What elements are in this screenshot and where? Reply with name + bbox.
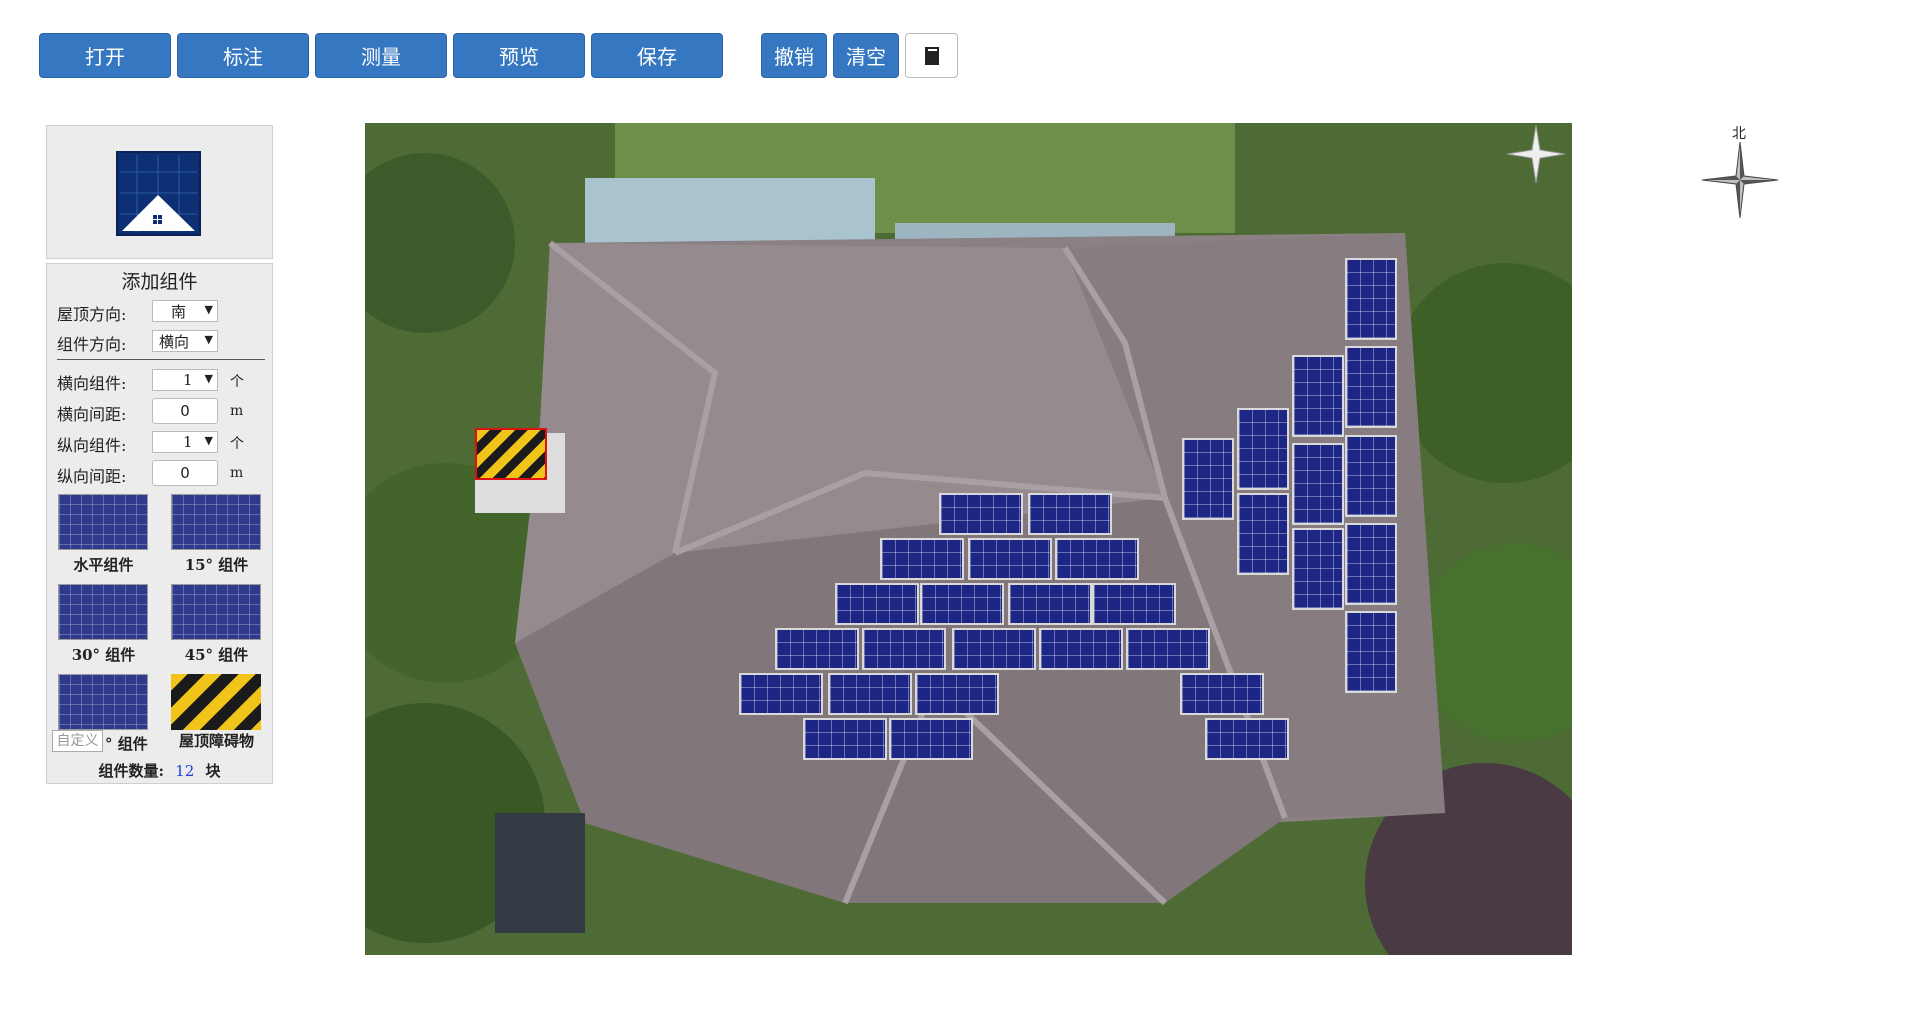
measure-button[interactable]: 测量 [315,33,447,78]
module-direction-select[interactable]: 横向 ▼ [152,330,218,352]
solar-module[interactable] [952,628,1036,670]
solar-module[interactable] [1237,408,1289,490]
solar-module[interactable] [915,673,999,715]
book-button[interactable] [905,33,958,78]
annotate-button[interactable]: 标注 [177,33,309,78]
h-gap-input[interactable]: 0 [152,398,218,424]
solar-module[interactable] [1345,435,1397,517]
solar-module[interactable] [1237,493,1289,575]
panel-title: 添加组件 [121,271,198,293]
solar-module[interactable] [1008,583,1092,625]
v-gap-label: 纵向间距: [57,467,127,486]
solar-module[interactable] [775,628,859,670]
book-icon [924,46,939,65]
roof-obstacle-tile[interactable] [171,674,261,730]
clear-button[interactable]: 清空 [833,33,899,78]
solar-module[interactable] [1055,538,1139,580]
h-count-unit: 个 [230,374,244,390]
roof-obstacle-label: 屋顶障碍物 [178,732,254,750]
v-count-select[interactable]: 1 ▼ [152,431,218,453]
solar-module[interactable] [835,583,919,625]
compass-rose-icon [1701,141,1779,219]
h-count-value: 1 [183,371,193,389]
v-gap-unit: m [230,465,244,481]
deg45-module-label: 45° 组件 [184,646,249,664]
h-gap-unit: m [230,403,244,419]
v-count-label: 纵向组件: [57,436,127,455]
roof-direction-label: 屋顶方向: [57,305,127,324]
deg15-module-tile[interactable] [171,494,261,550]
open-button[interactable]: 打开 [39,33,171,78]
roof-obstacle-marker[interactable] [475,428,547,480]
solar-module[interactable] [1292,528,1344,610]
solar-module[interactable] [1345,611,1397,693]
horizontal-module-tile[interactable] [58,494,148,550]
solar-module[interactable] [1345,523,1397,605]
solar-module[interactable] [1180,673,1264,715]
chevron-down-icon: ▼ [204,372,213,385]
solar-module[interactable] [1092,583,1176,625]
solar-module[interactable] [880,538,964,580]
h-count-select[interactable]: 1 ▼ [152,369,218,391]
chevron-down-icon: ▼ [204,434,213,447]
solar-module[interactable] [1345,346,1397,428]
solar-module[interactable] [803,718,887,760]
deg30-module-tile[interactable] [58,584,148,640]
deg30-module-label: 30° 组件 [71,646,136,664]
horizontal-module-label: 水平组件 [73,556,134,574]
save-button[interactable]: 保存 [591,33,723,78]
solar-module[interactable] [968,538,1052,580]
solar-module[interactable] [1039,628,1123,670]
deg15-module-label: 15° 组件 [184,556,249,574]
logo-box [46,125,273,259]
solar-module[interactable] [889,718,973,760]
module-direction-value: 横向 [159,332,190,351]
undo-button[interactable]: 撤销 [761,33,827,78]
roof-direction-value: 南 [171,302,187,321]
custom-module-tile[interactable] [58,674,148,730]
roof-canvas[interactable] [365,123,1572,955]
compass-star-icon [1506,124,1566,184]
roof-direction-select[interactable]: 南 ▼ [152,300,218,322]
solar-module[interactable] [1292,443,1344,525]
module-count-label: 组件数量: [98,762,164,780]
solar-module[interactable] [1205,718,1289,760]
solar-module[interactable] [1126,628,1210,670]
h-count-label: 横向组件: [57,374,127,393]
divider [57,359,265,360]
module-count-value: 12 [175,762,195,780]
solar-module[interactable] [739,673,823,715]
solar-module[interactable] [1345,258,1397,340]
module-direction-label: 组件方向: [57,335,127,354]
custom-angle-input[interactable]: 自定义 [52,730,103,752]
deg45-module-tile[interactable] [171,584,261,640]
v-count-unit: 个 [230,436,244,452]
preview-button[interactable]: 预览 [453,33,585,78]
app-logo-icon [116,151,201,236]
solar-module[interactable] [1028,493,1112,535]
solar-module[interactable] [828,673,912,715]
chevron-down-icon: ▼ [204,333,213,346]
v-count-value: 1 [183,433,193,451]
custom-module-label: ° 组件 [105,735,148,753]
add-component-panel: 添加组件 屋顶方向: 南 ▼ 组件方向: 横向 ▼ 横向组件: 1 ▼ 个 横向… [46,263,273,784]
module-count: 组件数量: 12 块 [47,760,272,781]
module-count-unit: 块 [205,762,221,780]
solar-module[interactable] [939,493,1023,535]
chevron-down-icon: ▼ [204,303,213,316]
solar-module[interactable] [1182,438,1234,520]
h-gap-label: 横向间距: [57,405,127,424]
v-gap-input[interactable]: 0 [152,460,218,486]
solar-module[interactable] [920,583,1004,625]
solar-module[interactable] [1292,355,1344,437]
solar-module[interactable] [862,628,946,670]
